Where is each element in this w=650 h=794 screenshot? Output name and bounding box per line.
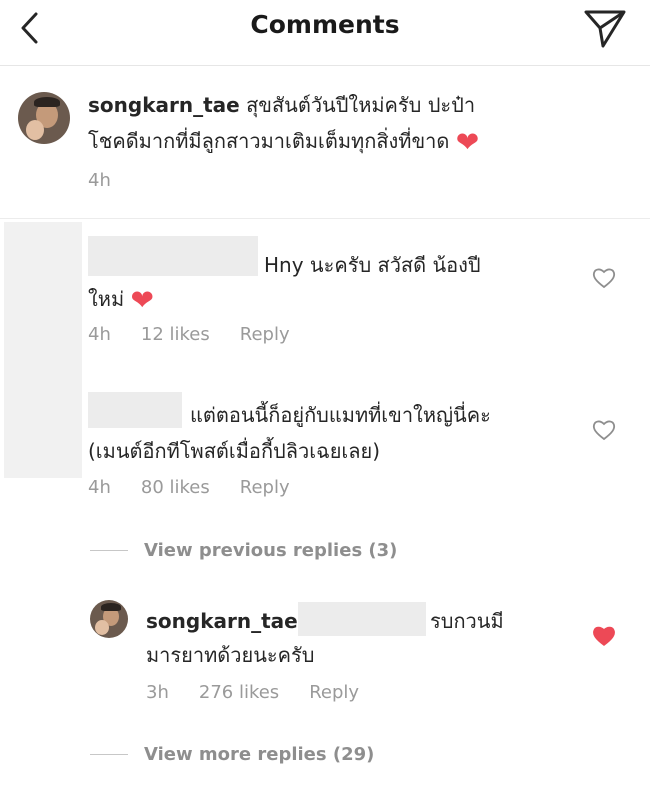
view-previous-replies[interactable]: View previous replies (3) [90, 540, 397, 561]
caption-meta: 4h [88, 170, 111, 191]
caption-username[interactable]: songkarn_tae [88, 93, 240, 117]
reply-timestamp: 3h [146, 682, 169, 703]
caption-line-1: songkarn_tae สุขสันต์วันปีใหม่ครับ ปะป๋า [88, 88, 475, 122]
comment-1-meta: 4h 12 likes Reply [88, 324, 290, 345]
reply-line-2: มารยาทด้วยนะครับ [146, 643, 315, 667]
liked-heart-icon[interactable] [592, 625, 616, 647]
comment-1-text-2: ใหม่ [88, 287, 125, 311]
comment-1-line-2: ใหม่ ❤ [88, 282, 154, 316]
caption-text-1: สุขสันต์วันปีใหม่ครับ ปะป๋า [246, 93, 476, 117]
thread-line [90, 550, 128, 551]
heart-emoji: ❤ [130, 283, 154, 317]
reply-avatar[interactable] [90, 600, 128, 638]
caption-line-2: โชคดีมากที่มีลูกสาวมาเติมเต็มทุกสิ่งที่ข… [88, 124, 479, 158]
blurred-username [88, 392, 182, 428]
comment-2-line-2: (เมนต์อีกทีโพสต์เมื่อกี้ปลิวเฉยเลย) [88, 439, 381, 463]
blurred-username [88, 236, 258, 276]
comment-2-reply-button[interactable]: Reply [240, 477, 290, 498]
heart-emoji: ❤ [455, 125, 480, 159]
comment-2-meta: 4h 80 likes Reply [88, 477, 290, 498]
comment-1-reply-button[interactable]: Reply [240, 324, 290, 345]
comment-1-likes[interactable]: 12 likes [141, 324, 210, 345]
avatar[interactable] [18, 92, 70, 144]
page-title: Comments [250, 10, 400, 39]
reply-username[interactable]: songkarn_tae [146, 609, 298, 633]
reply-likes[interactable]: 276 likes [199, 682, 279, 703]
view-more-replies[interactable]: View more replies (29) [90, 744, 374, 765]
comment-2-timestamp: 4h [88, 477, 111, 498]
send-icon[interactable] [582, 6, 628, 50]
reply-line-1: songkarn_tae [146, 604, 298, 638]
reply-reply-button[interactable]: Reply [309, 682, 359, 703]
blurred-mention [298, 602, 426, 636]
view-previous-label: View previous replies (3) [144, 540, 398, 561]
like-heart-icon[interactable] [592, 419, 616, 441]
comment-2-line-1: แต่ตอนนี้ก็อยู่กับแมทที่เขาใหญ่นี่คะ [190, 403, 491, 427]
caption-timestamp: 4h [88, 170, 111, 191]
comment-1-timestamp: 4h [88, 324, 111, 345]
reply-meta: 3h 276 likes Reply [146, 682, 359, 703]
like-heart-icon[interactable] [592, 267, 616, 289]
view-more-label: View more replies (29) [144, 744, 375, 765]
comment-2-likes[interactable]: 80 likes [141, 477, 210, 498]
header-bar: Comments [0, 0, 650, 66]
reply-text-tail: รบกวนมี [430, 609, 504, 633]
caption-divider [0, 218, 650, 219]
blurred-avatar [4, 222, 82, 478]
thread-line [90, 754, 128, 755]
caption-text-2: โชคดีมากที่มีลูกสาวมาเติมเต็มทุกสิ่งที่ข… [88, 129, 450, 153]
comment-1-line-1: Hny นะครับ สวัสดี น้องปี [264, 253, 481, 277]
